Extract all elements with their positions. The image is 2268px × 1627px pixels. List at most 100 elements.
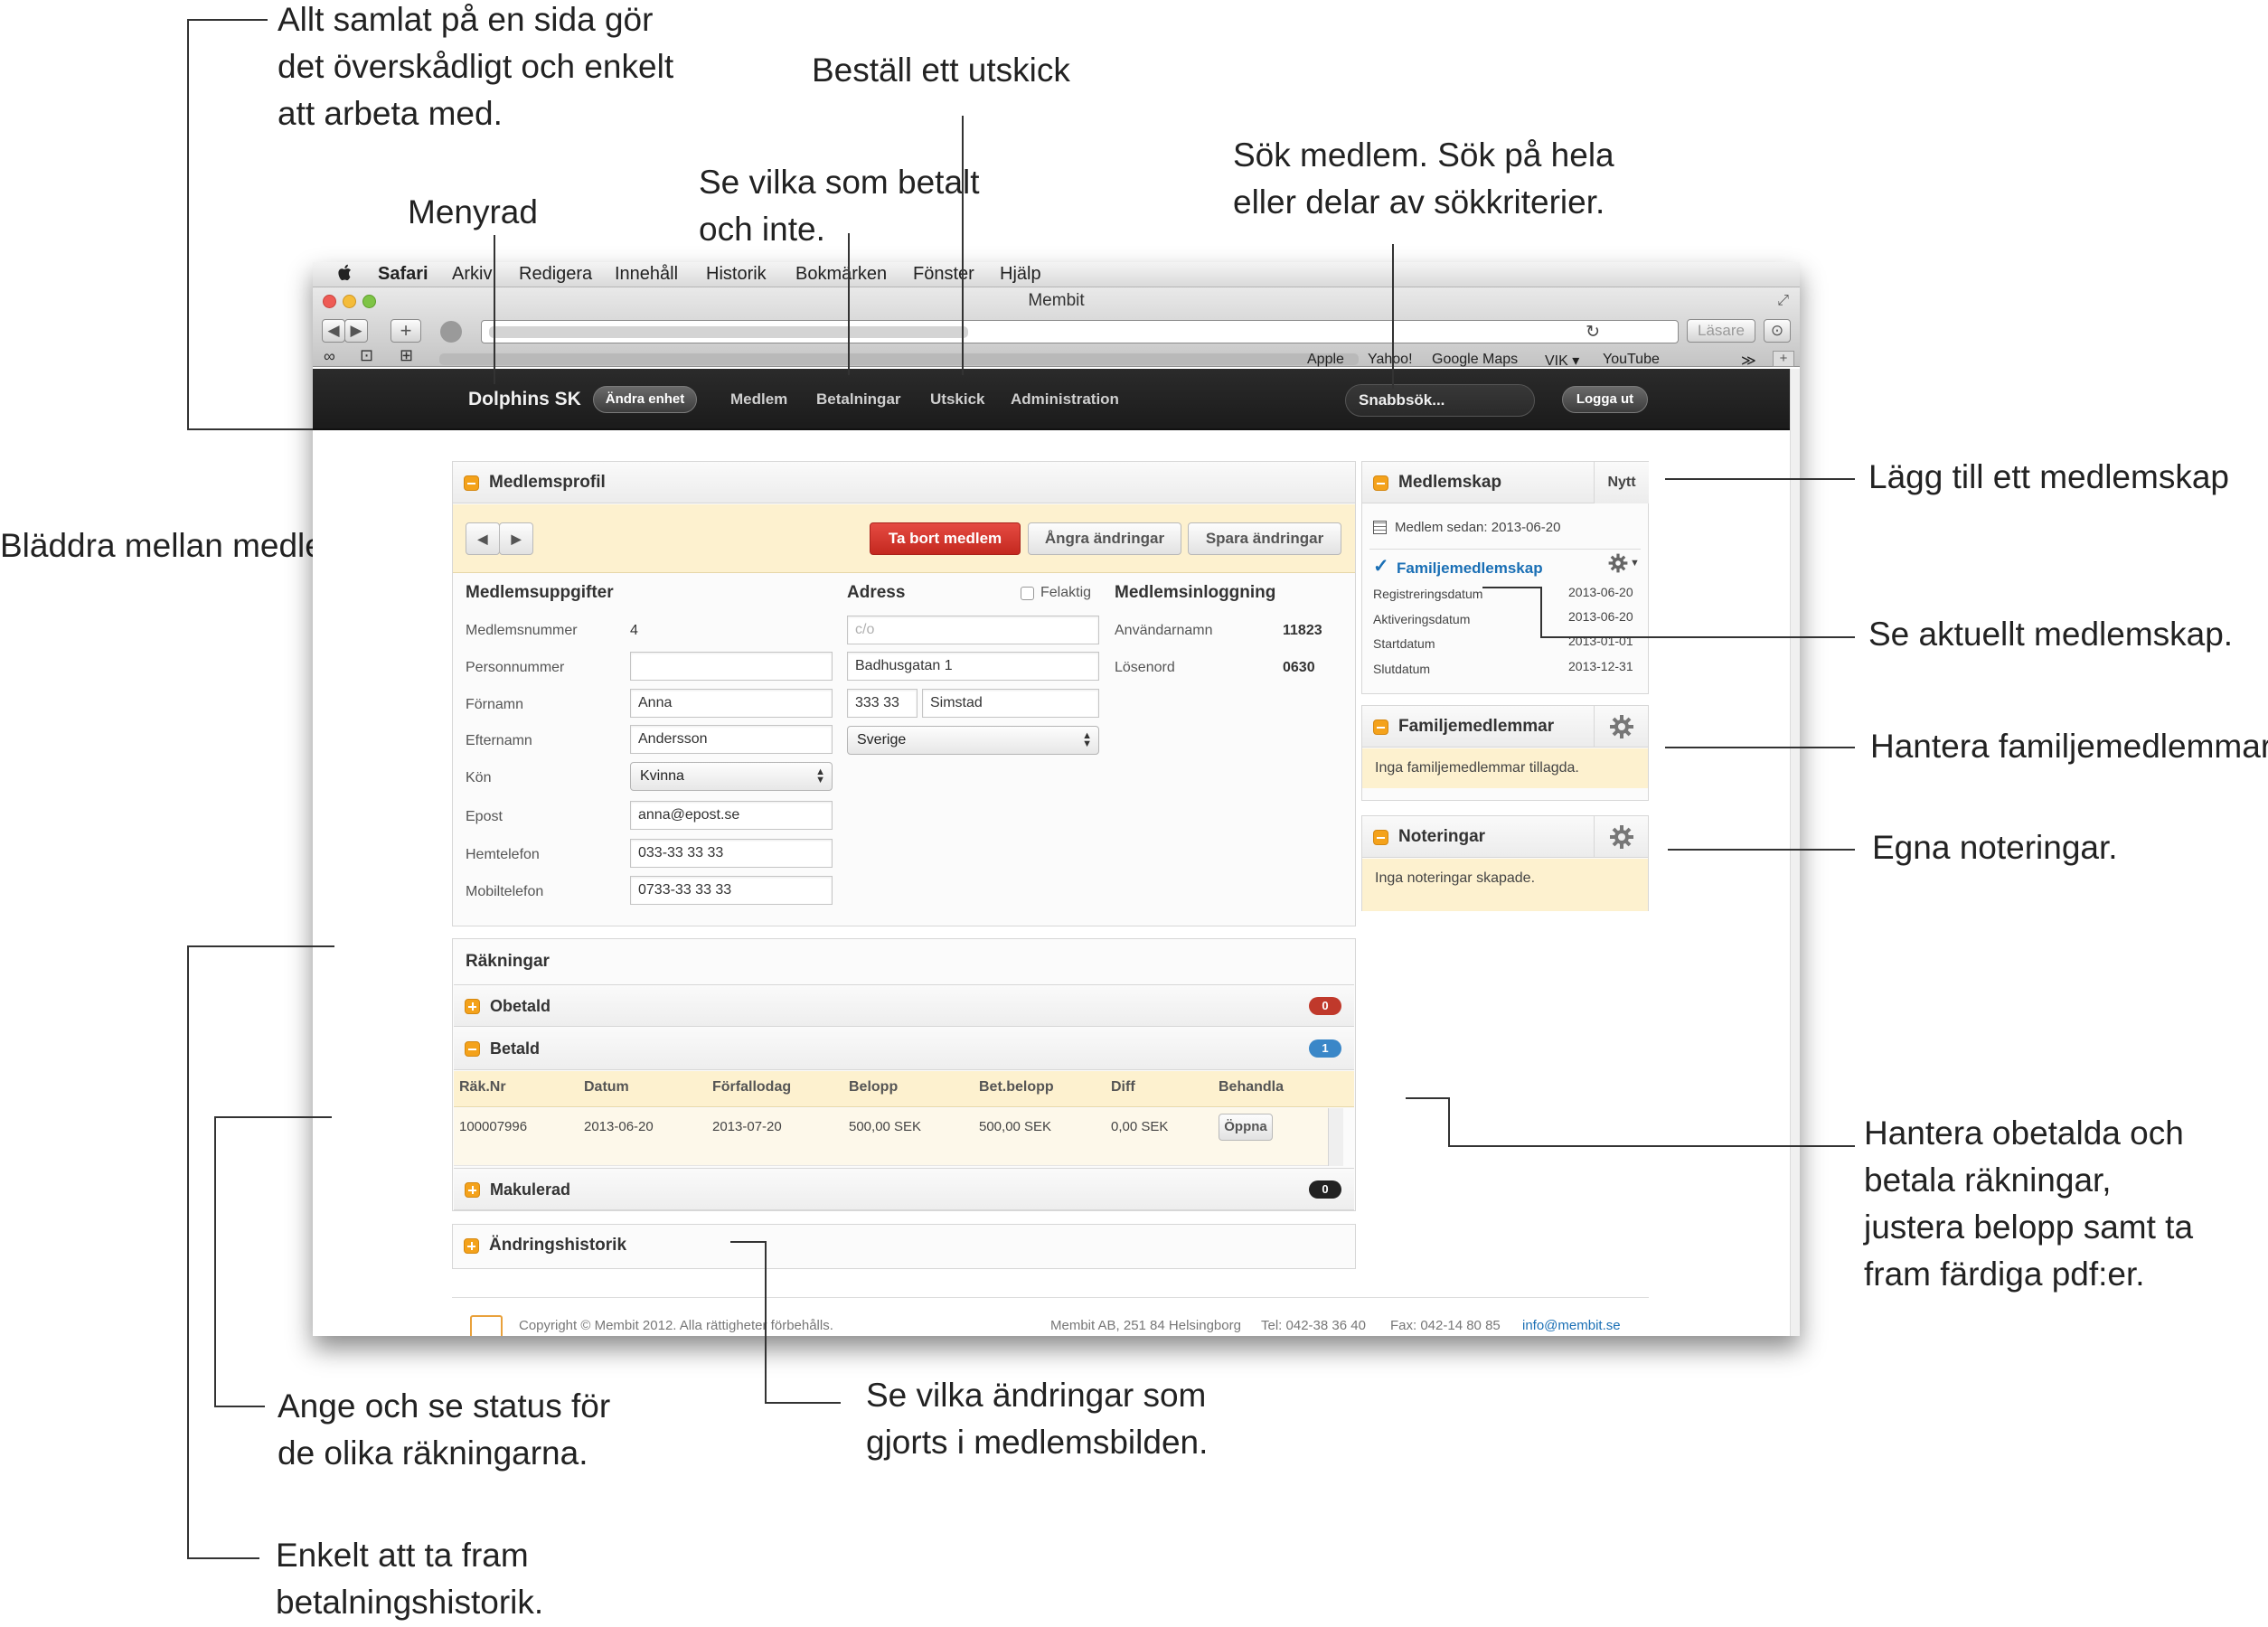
next-member-button[interactable]: ▶ xyxy=(499,522,533,555)
paid-count-badge: 1 xyxy=(1309,1039,1341,1058)
member-profile-title: Medlemsprofil xyxy=(489,473,606,492)
footer-tel: Tel: 042-38 36 40 xyxy=(1261,1318,1366,1333)
label-gender: Kön xyxy=(466,770,492,785)
quick-search-input[interactable]: Snabbsök... xyxy=(1345,384,1535,417)
downloads-button[interactable]: ⊙ xyxy=(1764,319,1791,343)
new-tab-button[interactable]: + xyxy=(1773,351,1794,367)
mobile-field[interactable]: 0733-33 33 33 xyxy=(630,876,833,905)
expand-icon[interactable] xyxy=(464,1238,479,1254)
nav-medlem[interactable]: Medlem xyxy=(730,390,787,409)
invoice-table-scrollbar[interactable] xyxy=(1328,1108,1343,1166)
back-button[interactable]: ◀ xyxy=(322,319,345,343)
bookmark-youtube[interactable]: YouTube xyxy=(1603,352,1660,368)
membit-logo-icon xyxy=(470,1315,503,1336)
nav-administration[interactable]: Administration xyxy=(1011,390,1119,409)
mac-menu-fonster[interactable]: Fönster xyxy=(913,264,974,285)
add-bookmark-button[interactable]: + xyxy=(391,319,421,343)
nav-utskick[interactable]: Utskick xyxy=(930,390,984,409)
member-profile-panel: Medlemsprofil ◀ ▶ Ta bort medlem Ångra ä… xyxy=(452,461,1356,926)
invoice-diff-cell: 0,00 SEK xyxy=(1111,1119,1169,1134)
username-value: 11823 xyxy=(1283,623,1322,638)
family-title: Familjemedlemmar xyxy=(1398,717,1555,736)
collapse-icon[interactable] xyxy=(464,475,479,491)
site-icon xyxy=(440,321,462,343)
family-settings-gear-icon[interactable] xyxy=(1608,713,1635,740)
invoice-amount-cell: 500,00 SEK xyxy=(849,1119,922,1134)
nav-betalningar[interactable]: Betalningar xyxy=(816,390,901,409)
expand-icon[interactable] xyxy=(465,1182,480,1198)
reader-button[interactable]: Läsare xyxy=(1687,319,1755,343)
new-membership-button[interactable]: Nytt xyxy=(1594,462,1649,503)
collapse-icon[interactable] xyxy=(1373,475,1388,491)
label-password: Lösenord xyxy=(1115,660,1175,675)
col-date: Datum xyxy=(584,1079,629,1095)
country-select[interactable]: Sverige ▲ ▼ xyxy=(847,726,1099,755)
table-row: 100007996 2013-06-20 2013-07-20 500,00 S… xyxy=(454,1108,1328,1166)
url-field[interactable]: ↻ xyxy=(481,320,1679,343)
change-unit-button[interactable]: Ändra enhet xyxy=(593,386,697,413)
invoice-paid-cell: 500,00 SEK xyxy=(979,1119,1052,1134)
first-name-field[interactable]: Anna xyxy=(630,689,833,718)
mac-menu-arkiv[interactable]: Arkiv xyxy=(452,264,492,285)
mac-menu-hjalp[interactable]: Hjälp xyxy=(1000,264,1041,285)
home-phone-field[interactable]: 033-33 33 33 xyxy=(630,839,833,868)
reading-list-icon[interactable]: ∞ xyxy=(324,347,335,366)
mac-menu-redigera[interactable]: Redigera xyxy=(519,264,592,285)
personnummer-field[interactable] xyxy=(630,652,833,681)
mac-menu-bokmarken[interactable]: Bokmärken xyxy=(795,264,887,285)
city-field[interactable]: Simstad xyxy=(922,689,1099,718)
mac-menu-historik[interactable]: Historik xyxy=(706,264,767,285)
invoices-unpaid-row[interactable]: Obetald 0 xyxy=(454,984,1354,1027)
previous-member-button[interactable]: ◀ xyxy=(466,522,500,555)
label-member-number: Medlemsnummer xyxy=(466,623,578,638)
membership-settings-gear-icon[interactable] xyxy=(1607,552,1629,574)
url-blurred-text xyxy=(489,326,968,338)
save-changes-button[interactable]: Spara ändringar xyxy=(1188,522,1341,555)
calendar-icon xyxy=(1373,521,1387,534)
faulty-checkbox[interactable] xyxy=(1021,587,1034,600)
logout-button[interactable]: Logga ut xyxy=(1562,386,1648,413)
email-field[interactable]: anna@epost.se xyxy=(630,801,833,830)
fullscreen-icon[interactable]: ⤢ xyxy=(1777,293,1789,309)
label-email: Epost xyxy=(466,809,503,824)
bookmark-google-maps[interactable]: Google Maps xyxy=(1432,352,1518,368)
cancelled-label: Makulerad xyxy=(490,1180,571,1199)
cancelled-count-badge: 0 xyxy=(1309,1180,1341,1199)
notes-settings-gear-icon[interactable] xyxy=(1608,823,1635,851)
collapse-icon[interactable] xyxy=(465,1041,480,1057)
top-sites-icon[interactable]: ⊞ xyxy=(400,346,413,365)
forward-button[interactable]: ▶ xyxy=(344,319,368,343)
bookmark-apple[interactable]: Apple xyxy=(1307,352,1344,368)
mac-menu-safari[interactable]: Safari xyxy=(378,264,428,285)
membership-type-link[interactable]: Familjemedlemskap xyxy=(1397,560,1543,578)
callout-bestall-utskick: Beställ ett utskick xyxy=(812,52,1070,89)
undo-changes-button[interactable]: Ångra ändringar xyxy=(1028,522,1181,555)
paid-label: Betald xyxy=(490,1039,541,1058)
org-name: Dolphins SK xyxy=(468,389,581,409)
zip-field[interactable]: 333 33 xyxy=(847,689,918,718)
bookmark-vik[interactable]: VIK ▾ xyxy=(1545,352,1579,370)
callout-sok-medlem: Sök medlem. Sök på hela eller delar av s… xyxy=(1233,136,1614,221)
invoices-title: Räkningar xyxy=(466,952,550,971)
reload-icon[interactable]: ↻ xyxy=(1586,322,1600,343)
bookmark-yahoo[interactable]: Yahoo! xyxy=(1368,352,1413,368)
last-name-field[interactable]: Andersson xyxy=(630,725,833,754)
delete-member-button[interactable]: Ta bort medlem xyxy=(870,522,1021,555)
invoices-cancelled-row[interactable]: Makulerad 0 xyxy=(454,1168,1354,1210)
bookmarks-more-icon[interactable]: ≫ xyxy=(1741,352,1756,370)
col-action: Behandla xyxy=(1219,1079,1285,1095)
footer-email-link[interactable]: info@membit.se xyxy=(1522,1318,1621,1333)
co-field[interactable]: c/o xyxy=(847,616,1099,644)
street-field[interactable]: Badhusgatan 1 xyxy=(847,652,1099,681)
mac-menu-innehall[interactable]: Innehåll xyxy=(615,264,678,285)
expand-icon[interactable] xyxy=(465,999,480,1014)
invoices-paid-row[interactable]: Betald 1 xyxy=(454,1028,1354,1070)
gender-select[interactable]: Kvinna ▲ ▼ xyxy=(630,762,833,791)
collapse-icon[interactable] xyxy=(1373,719,1388,735)
collapse-icon[interactable] xyxy=(1373,830,1388,845)
apple-menu-icon[interactable] xyxy=(336,263,354,288)
open-invoice-button[interactable]: Öppna xyxy=(1219,1114,1273,1141)
bookmarks-icon[interactable]: ⊡ xyxy=(360,346,373,365)
content-scrollbar[interactable] xyxy=(1790,369,1800,1336)
history-panel[interactable]: Ändringshistorik xyxy=(452,1224,1356,1269)
